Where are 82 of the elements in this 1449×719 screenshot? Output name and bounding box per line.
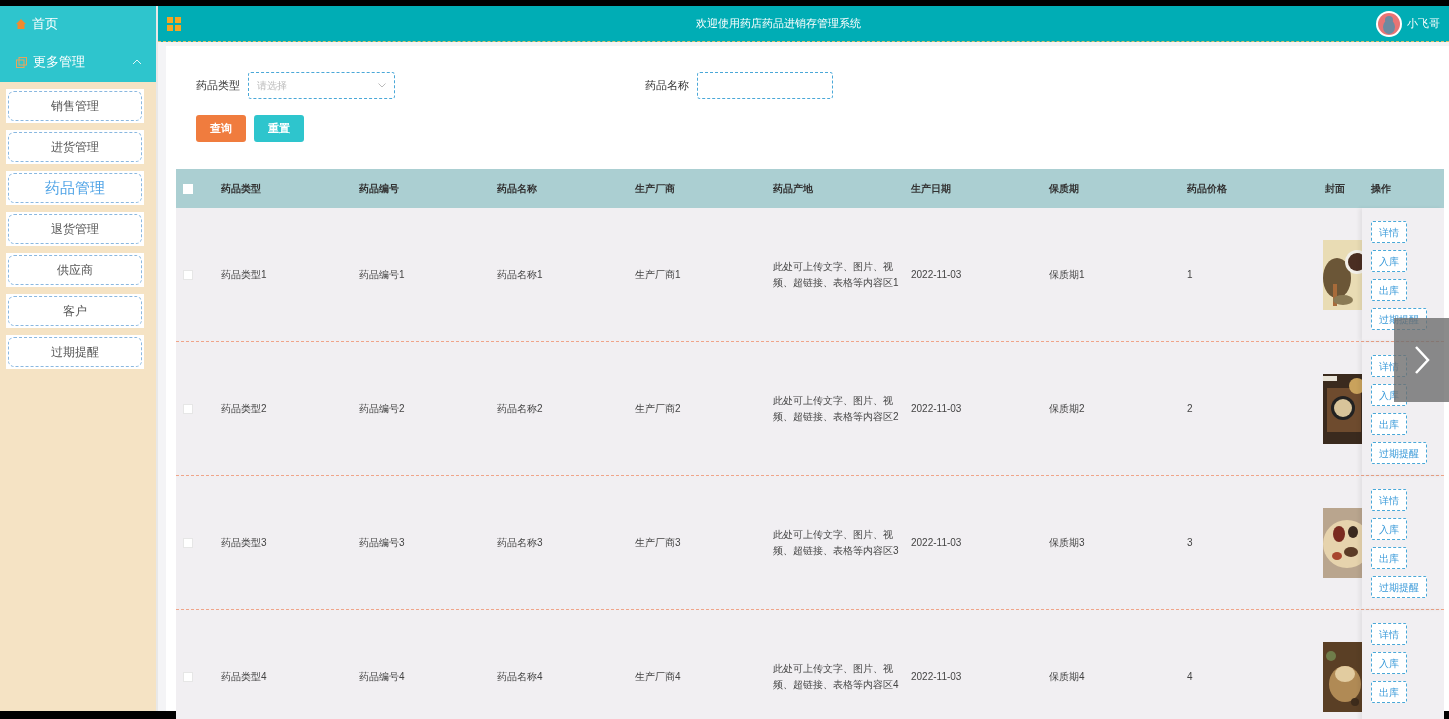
column-header: 生产厂商 [635, 183, 675, 194]
sidebar-item[interactable]: 药品管理 [6, 171, 144, 205]
column-header: 药品类型 [221, 183, 261, 194]
table-cell-text: 保质期3 [1049, 535, 1085, 550]
table-cell-text: 药品编号2 [359, 401, 405, 416]
table-cell-text: 此处可上传文字、图片、视频、超链接、表格等内容区1 [773, 259, 900, 290]
column-header: 药品编号 [359, 183, 399, 194]
table-cell-text: 药品编号3 [359, 535, 405, 550]
table-cell-text: 药品类型2 [221, 401, 267, 416]
table-cell-text: 药品名称1 [497, 267, 543, 282]
action-button[interactable]: 出库 [1371, 547, 1407, 569]
table-cell-text: 生产厂商3 [635, 535, 681, 550]
column-header: 药品产地 [773, 183, 813, 194]
table-cell-text: 生产厂商4 [635, 669, 681, 684]
table-cell-text: 2 [1187, 401, 1193, 416]
table-cell-text: 生产厂商1 [635, 267, 681, 282]
type-select[interactable]: 请选择 [248, 72, 395, 99]
table-cell-text: 此处可上传文字、图片、视频、超链接、表格等内容区2 [773, 393, 900, 424]
table-cell-text: 保质期4 [1049, 669, 1085, 684]
sidebar-item[interactable]: 过期提醒 [6, 335, 144, 369]
table-cell-text: 药品名称4 [497, 669, 543, 684]
action-button[interactable]: 过期提醒 [1371, 442, 1427, 464]
table-cell-text: 2022-11-03 [911, 669, 962, 684]
copy-icon [16, 56, 27, 68]
action-button[interactable]: 入库 [1371, 518, 1407, 540]
column-header: 保质期 [1049, 183, 1079, 194]
select-all-checkbox[interactable] [183, 183, 193, 194]
table-cell-text: 保质期1 [1049, 267, 1085, 282]
action-button[interactable]: 过期提醒 [1371, 576, 1427, 598]
table-cell-text: 药品名称3 [497, 535, 543, 550]
table-cell-text: 2022-11-03 [911, 535, 962, 550]
sidebar-item[interactable]: 销售管理 [6, 89, 144, 123]
row-checkbox[interactable] [183, 269, 193, 280]
table-cell-text: 4 [1187, 669, 1193, 684]
table-cell-text: 药品名称2 [497, 401, 543, 416]
table-cell-text: 药品编号1 [359, 267, 405, 282]
column-header: 封面 [1325, 183, 1345, 194]
action-button[interactable]: 出库 [1371, 413, 1407, 435]
row-checkbox[interactable] [183, 671, 193, 682]
sidebar-item[interactable]: 供应商 [6, 253, 144, 287]
table-cell-text: 此处可上传文字、图片、视频、超链接、表格等内容区4 [773, 661, 900, 692]
sidebar-item[interactable]: 进货管理 [6, 130, 144, 164]
search-button[interactable]: 查询 [196, 115, 246, 142]
action-button[interactable]: 出库 [1371, 279, 1407, 301]
table-cell-text: 药品类型3 [221, 535, 267, 550]
table-cell-text: 2022-11-03 [911, 401, 962, 416]
column-header: 药品价格 [1187, 183, 1227, 194]
action-button[interactable]: 入库 [1371, 652, 1407, 674]
row-checkbox[interactable] [183, 403, 193, 414]
home-menu-item[interactable]: 首页 [0, 6, 156, 42]
sidebar-item[interactable]: 退货管理 [6, 212, 144, 246]
table-cell-text: 此处可上传文字、图片、视频、超链接、表格等内容区3 [773, 527, 900, 558]
table-cell-text: 药品类型1 [221, 267, 267, 282]
field-label: 药品名称 [645, 78, 689, 94]
action-button[interactable]: 详情 [1371, 221, 1407, 243]
table-cell-text: 1 [1187, 267, 1193, 282]
sidebar-item[interactable]: 客户 [6, 294, 144, 328]
grid-menu-icon[interactable] [167, 16, 181, 31]
home-icon [16, 19, 26, 29]
table-cell-text: 2022-11-03 [911, 267, 962, 282]
field-label: 药品类型 [196, 78, 240, 94]
reset-button[interactable]: 重置 [254, 115, 304, 142]
table-cell-text: 生产厂商2 [635, 401, 681, 416]
table-cell-text: 药品类型4 [221, 669, 267, 684]
app-title: 欢迎使用药店药品进销存管理系统 [696, 16, 861, 32]
table-cell-text: 药品编号4 [359, 669, 405, 684]
chevron-right-icon [1413, 345, 1430, 375]
avatar[interactable] [1376, 10, 1402, 37]
menu-group-header[interactable]: 更多管理 [0, 42, 156, 82]
action-button[interactable]: 详情 [1371, 623, 1407, 645]
column-header: 生产日期 [911, 183, 951, 194]
table-cell-text: 保质期2 [1049, 401, 1085, 416]
action-button[interactable]: 详情 [1371, 489, 1407, 511]
name-input-field[interactable] [697, 72, 833, 99]
action-button[interactable]: 入库 [1371, 250, 1407, 272]
action-button[interactable]: 出库 [1371, 681, 1407, 703]
column-header: 操作 [1371, 183, 1391, 194]
table-cell-text: 3 [1187, 535, 1193, 550]
user-name[interactable]: 小飞哥 [1407, 15, 1440, 32]
column-header: 药品名称 [497, 183, 537, 194]
row-checkbox[interactable] [183, 537, 193, 548]
chevron-down-icon [378, 83, 386, 88]
